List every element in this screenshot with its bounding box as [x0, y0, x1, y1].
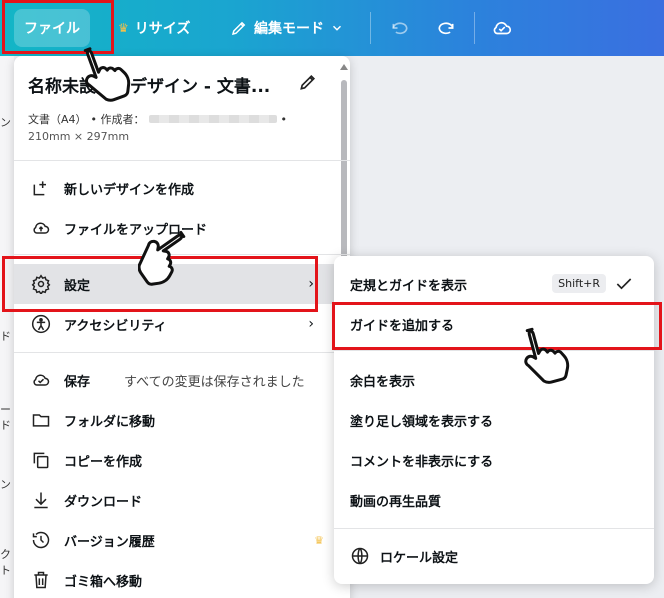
toolbar-divider [370, 12, 371, 44]
highlight-add-guides-item [332, 302, 662, 350]
menu-item-label: フォルダに移動 [64, 414, 156, 430]
menu-item-new-design[interactable]: 新しいデザインを作成 [14, 168, 350, 208]
document-title[interactable]: 名称未設定のデザイン - 文書... [28, 72, 278, 97]
undo-icon [392, 22, 408, 35]
download-icon [30, 489, 52, 511]
submenu-item-hide-comments[interactable]: コメントを非表示にする [334, 440, 654, 480]
crown-icon: ♛ [314, 533, 324, 547]
menu-divider [14, 352, 350, 353]
submenu-divider [334, 350, 654, 351]
menu-item-label: 保存 [64, 374, 91, 390]
redacted-author [148, 115, 277, 123]
menu-item-save[interactable]: 保存 すべての変更は保存されました [14, 360, 350, 400]
save-status-button[interactable] [486, 12, 518, 44]
edit-mode-label: 編集モード [254, 21, 324, 37]
pencil-icon [300, 74, 316, 90]
rename-button[interactable] [298, 72, 318, 96]
submenu-item-label: 塗り足し領域を表示する [350, 414, 494, 430]
document-type: 文書（A4） [28, 113, 87, 126]
submenu-item-show-bleed[interactable]: 塗り足し領域を表示する [334, 400, 654, 440]
side-panel-text: ド [0, 330, 11, 343]
cloud-check-icon [30, 369, 52, 391]
menu-item-label: アクセシビリティ [64, 318, 167, 334]
menu-item-trash[interactable]: ゴミ箱へ移動 [14, 560, 350, 598]
redo-button[interactable] [430, 12, 462, 44]
menu-item-label: 新しいデザインを作成 [64, 182, 195, 198]
left-side-panel: ン ド ード ン クト [0, 56, 14, 598]
cloud-check-icon [493, 21, 512, 35]
side-panel-text: ン [0, 478, 11, 491]
submenu-item-label: ロケール設定 [380, 550, 459, 566]
edit-mode-button[interactable]: 編集モード [220, 9, 354, 47]
toolbar-divider [474, 12, 475, 44]
save-status-text: すべての変更は保存されました [124, 374, 305, 390]
menu-item-label: バージョン履歴 [64, 534, 155, 550]
submenu-item-label: 余白を表示 [350, 374, 416, 390]
menu-item-version-history[interactable]: バージョン履歴 ♛ [14, 520, 350, 560]
menu-item-label: ゴミ箱へ移動 [64, 574, 143, 590]
new-design-icon [30, 177, 52, 199]
submenu-item-show-margins[interactable]: 余白を表示 [334, 360, 654, 400]
menu-divider [14, 160, 350, 161]
menu-item-download[interactable]: ダウンロード [14, 480, 350, 520]
document-meta: 文書（A4） • 作成者： • [28, 111, 287, 127]
upload-cloud-icon [30, 217, 52, 239]
globe-icon [350, 546, 370, 566]
document-author-label: • 作成者： [90, 113, 145, 126]
side-panel-text: ン [0, 116, 11, 129]
history-icon [30, 529, 52, 551]
keyboard-shortcut: Shift+R [552, 274, 606, 293]
file-dropdown-menu: 名称未設定のデザイン - 文書... 文書（A4） • 作成者： • 210mm… [14, 56, 350, 598]
side-panel-text: クト [0, 548, 11, 577]
crown-icon: ♛ [118, 21, 129, 35]
submenu-item-video-quality[interactable]: 動画の再生品質 [334, 480, 654, 520]
hand-pointer-icon [138, 230, 186, 286]
menu-item-label: ダウンロード [64, 494, 143, 510]
submenu-item-rulers-guides[interactable]: 定規とガイドを表示 Shift+R [334, 264, 654, 304]
chevron-right-icon: › [308, 316, 314, 332]
submenu-divider [334, 528, 654, 529]
accessibility-icon [30, 313, 52, 335]
hand-pointer-icon [83, 47, 131, 102]
submenu-item-locale[interactable]: ロケール設定 [334, 536, 654, 576]
copy-icon [30, 449, 52, 471]
submenu-item-label: 動画の再生品質 [350, 494, 442, 510]
folder-icon [30, 409, 52, 431]
pencil-icon [231, 21, 246, 36]
undo-button[interactable] [384, 12, 416, 44]
document-size: 210mm × 297mm [28, 130, 130, 143]
side-panel-text: ード [0, 403, 11, 432]
menu-item-move-to-folder[interactable]: フォルダに移動 [14, 400, 350, 440]
submenu-item-label: コメントを非表示にする [350, 454, 494, 470]
meta-separator: • [280, 112, 288, 126]
chevron-down-icon [332, 25, 342, 31]
trash-icon [30, 569, 52, 591]
resize-label: リサイズ [134, 21, 191, 37]
hand-pointer-icon [524, 327, 570, 384]
checkmark-icon [614, 274, 634, 298]
submenu-item-label: 定規とガイドを表示 [350, 278, 468, 294]
menu-item-make-copy[interactable]: コピーを作成 [14, 440, 350, 480]
redo-icon [438, 22, 454, 35]
scroll-up-arrow[interactable] [340, 64, 348, 70]
menu-item-label: コピーを作成 [64, 454, 143, 470]
